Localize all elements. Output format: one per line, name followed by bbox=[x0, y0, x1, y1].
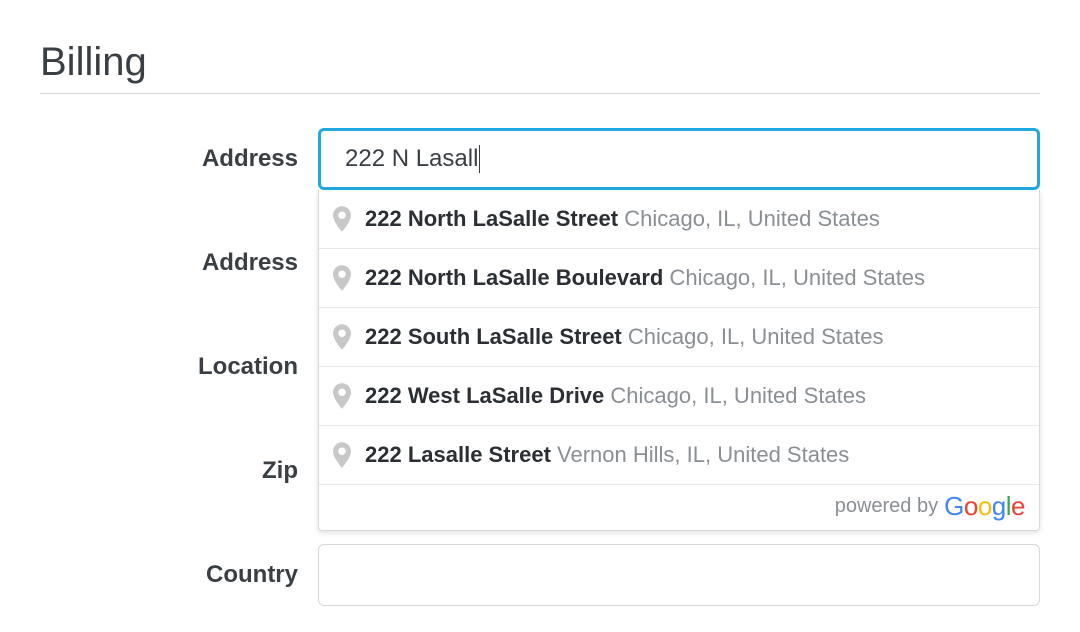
label-location: Location bbox=[40, 353, 318, 381]
powered-by-text: powered by bbox=[835, 495, 938, 518]
autocomplete-item[interactable]: 222 Lasalle Street Vernon Hills, IL, Uni… bbox=[319, 426, 1039, 485]
autocomplete-main-text: 222 West LaSalle Drive bbox=[365, 383, 604, 408]
map-pin-icon bbox=[333, 206, 351, 232]
address-input-wrap: 222 N Lasall 222 North LaSalle Street Ch… bbox=[318, 128, 1040, 190]
autocomplete-secondary-text: Chicago, IL, United States bbox=[610, 383, 866, 408]
text-cursor bbox=[479, 145, 480, 173]
map-pin-icon bbox=[333, 265, 351, 291]
autocomplete-footer: powered by Google bbox=[319, 485, 1039, 530]
autocomplete-main-text: 222 Lasalle Street bbox=[365, 442, 551, 467]
section-title: Billing bbox=[40, 40, 1040, 94]
label-country: Country bbox=[40, 561, 318, 589]
autocomplete-dropdown: 222 North LaSalle Street Chicago, IL, Un… bbox=[318, 190, 1040, 531]
autocomplete-item[interactable]: 222 North LaSalle Street Chicago, IL, Un… bbox=[319, 190, 1039, 249]
autocomplete-secondary-text: Vernon Hills, IL, United States bbox=[557, 442, 849, 467]
address-input-value: 222 N Lasall bbox=[345, 145, 478, 173]
row-address-1: Address 222 N Lasall 222 North LaSalle S… bbox=[40, 128, 1040, 190]
autocomplete-main-text: 222 North LaSalle Street bbox=[365, 206, 618, 231]
autocomplete-main-text: 222 South LaSalle Street bbox=[365, 324, 622, 349]
address-input[interactable]: 222 N Lasall bbox=[318, 128, 1040, 190]
country-input[interactable] bbox=[318, 544, 1040, 606]
autocomplete-item[interactable]: 222 South LaSalle Street Chicago, IL, Un… bbox=[319, 308, 1039, 367]
autocomplete-item[interactable]: 222 West LaSalle Drive Chicago, IL, Unit… bbox=[319, 367, 1039, 426]
map-pin-icon bbox=[333, 383, 351, 409]
map-pin-icon bbox=[333, 442, 351, 468]
google-logo: Google bbox=[944, 491, 1025, 522]
row-country: Country bbox=[40, 544, 1040, 606]
autocomplete-secondary-text: Chicago, IL, United States bbox=[669, 265, 925, 290]
label-address-1: Address bbox=[40, 145, 318, 173]
label-zip: Zip bbox=[40, 457, 318, 485]
autocomplete-main-text: 222 North LaSalle Boulevard bbox=[365, 265, 663, 290]
autocomplete-secondary-text: Chicago, IL, United States bbox=[624, 206, 880, 231]
label-address-2: Address bbox=[40, 249, 318, 277]
map-pin-icon bbox=[333, 324, 351, 350]
autocomplete-item[interactable]: 222 North LaSalle Boulevard Chicago, IL,… bbox=[319, 249, 1039, 308]
autocomplete-secondary-text: Chicago, IL, United States bbox=[628, 324, 884, 349]
